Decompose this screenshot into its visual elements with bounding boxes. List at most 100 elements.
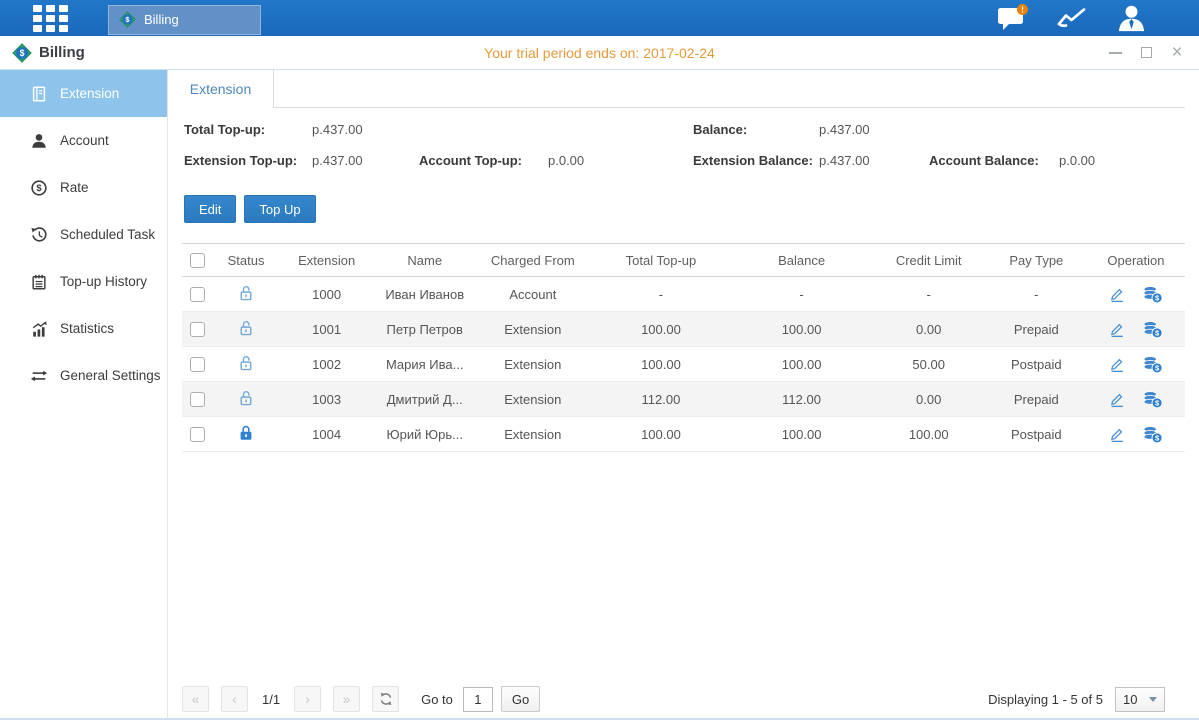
balance-label: Balance: [693,122,747,137]
cell-name: Иван Иванов [374,277,475,312]
cell-balance: 100.00 [732,312,872,347]
billing-dollar-diamond-icon: $ [119,11,136,28]
sidebar-item-label: General Settings [60,368,161,383]
sidebar-item-extension[interactable]: Extension [0,70,167,117]
row-checkbox[interactable] [190,287,205,302]
goto-label: Go to [421,692,453,707]
sidebar-item-statistics[interactable]: Statistics [0,305,167,352]
page-indicator: 1/1 [262,692,280,707]
col-credit-limit: Credit Limit [872,244,986,277]
status-lock [237,290,255,305]
cell-pay-type: Prepaid [986,312,1087,347]
tab-extension[interactable]: Extension [168,70,274,108]
edit-pencil-icon[interactable] [1108,355,1126,373]
cell-charged-from: Extension [475,347,590,382]
app-title: $ Billing [0,43,85,63]
close-button[interactable]: × [1169,45,1185,61]
svg-text:!: ! [1021,4,1024,14]
row-checkbox[interactable] [190,427,205,442]
page-size-select[interactable]: 10 [1115,687,1165,712]
taskbar-tab-label: Billing [144,12,179,27]
sidebar-item-label: Statistics [60,321,114,336]
cell-name: Юрий Юрь... [374,417,475,452]
edit-pencil-icon[interactable] [1108,320,1126,338]
table-row: 1000 Иван Иванов Account - - - - $ [182,277,1185,312]
maximize-button[interactable] [1138,45,1154,61]
refresh-button[interactable] [372,686,399,712]
col-name: Name [374,244,475,277]
row-checkbox[interactable] [190,392,205,407]
top-up-money-icon[interactable]: $ [1142,355,1163,374]
previous-page-button[interactable]: ‹ [221,686,248,712]
extension-topup-label: Extension Top-up: [184,153,297,168]
window-title: Billing [39,44,85,61]
select-all-checkbox[interactable] [190,253,205,268]
table-row: 1001 Петр Петров Extension 100.00 100.00… [182,312,1185,347]
table-row: 1002 Мария Ива... Extension 100.00 100.0… [182,347,1185,382]
last-page-button[interactable]: » [333,686,360,712]
edit-pencil-icon[interactable] [1108,425,1126,443]
status-lock [237,325,255,340]
billing-dollar-diamond-icon: $ [12,43,32,63]
cell-credit-limit: 0.00 [872,312,986,347]
cell-extension: 1003 [279,382,374,417]
sidebar-item-rate[interactable]: $ Rate [0,164,167,211]
status-lock [237,360,255,375]
topbar: $ Billing ! [0,0,1199,36]
cell-credit-limit: 50.00 [872,347,986,382]
page-size-value: 10 [1123,692,1137,707]
first-page-button[interactable]: « [182,686,209,712]
balance-summary: Total Top-up: p.437.00 Balance: p.437.00… [168,108,1199,188]
top-up-money-icon[interactable]: $ [1142,285,1163,304]
cell-charged-from: Extension [475,382,590,417]
sidebar-item-general-settings[interactable]: General Settings [0,352,167,399]
cell-name: Петр Петров [374,312,475,347]
total-topup-label: Total Top-up: [184,122,265,137]
table-row: 1004 Юрий Юрь... Extension 100.00 100.00… [182,417,1185,452]
sidebar-item-scheduled-task[interactable]: Scheduled Task [0,211,167,258]
top-up-money-icon[interactable]: $ [1142,425,1163,444]
resource-monitor-chart-icon[interactable] [1056,5,1088,31]
col-total-topup: Total Top-up [590,244,731,277]
cell-total-topup: - [590,277,731,312]
extension-ledger-icon [30,85,48,103]
user-account-icon[interactable] [1116,4,1147,33]
cell-pay-type: Postpaid [986,347,1087,382]
svg-text:$: $ [36,183,42,194]
edit-pencil-icon[interactable] [1108,390,1126,408]
billing-app-window: $ Billing ! [0,0,1199,720]
topup-history-notepad-icon [30,273,48,291]
account-balance-label: Account Balance: [929,153,1039,168]
notifications-message-icon[interactable]: ! [996,4,1028,33]
cell-credit-limit: 100.00 [872,417,986,452]
edit-button[interactable]: Edit [184,195,236,223]
chevron-down-icon [1149,697,1157,702]
cell-total-topup: 100.00 [590,417,731,452]
row-checkbox[interactable] [190,357,205,372]
top-up-money-icon[interactable]: $ [1142,320,1163,339]
sidebar-item-topup-history[interactable]: Top-up History [0,258,167,305]
sidebar: Extension Account $ Rate [0,70,168,720]
cell-charged-from: Extension [475,417,590,452]
cell-name: Мария Ива... [374,347,475,382]
cell-extension: 1000 [279,277,374,312]
next-page-button[interactable]: › [294,686,321,712]
sidebar-item-account[interactable]: Account [0,117,167,164]
minimize-button[interactable] [1107,45,1123,61]
taskbar-tab-billing[interactable]: $ Billing [108,5,261,35]
app-grid-menu-icon[interactable] [33,5,68,32]
cell-charged-from: Extension [475,312,590,347]
row-checkbox[interactable] [190,322,205,337]
top-up-button[interactable]: Top Up [244,195,315,223]
cell-balance: 100.00 [732,347,872,382]
svg-text:$: $ [20,48,25,58]
go-button[interactable]: Go [501,686,540,712]
unlocked-padlock-icon [237,319,255,337]
balance-value: p.437.00 [819,122,870,137]
table-row: 1003 Дмитрий Д... Extension 112.00 112.0… [182,382,1185,417]
top-up-money-icon[interactable]: $ [1142,390,1163,409]
cell-balance: 112.00 [732,382,872,417]
unlocked-padlock-icon [237,389,255,407]
goto-page-input[interactable] [463,687,493,712]
edit-pencil-icon[interactable] [1108,285,1126,303]
